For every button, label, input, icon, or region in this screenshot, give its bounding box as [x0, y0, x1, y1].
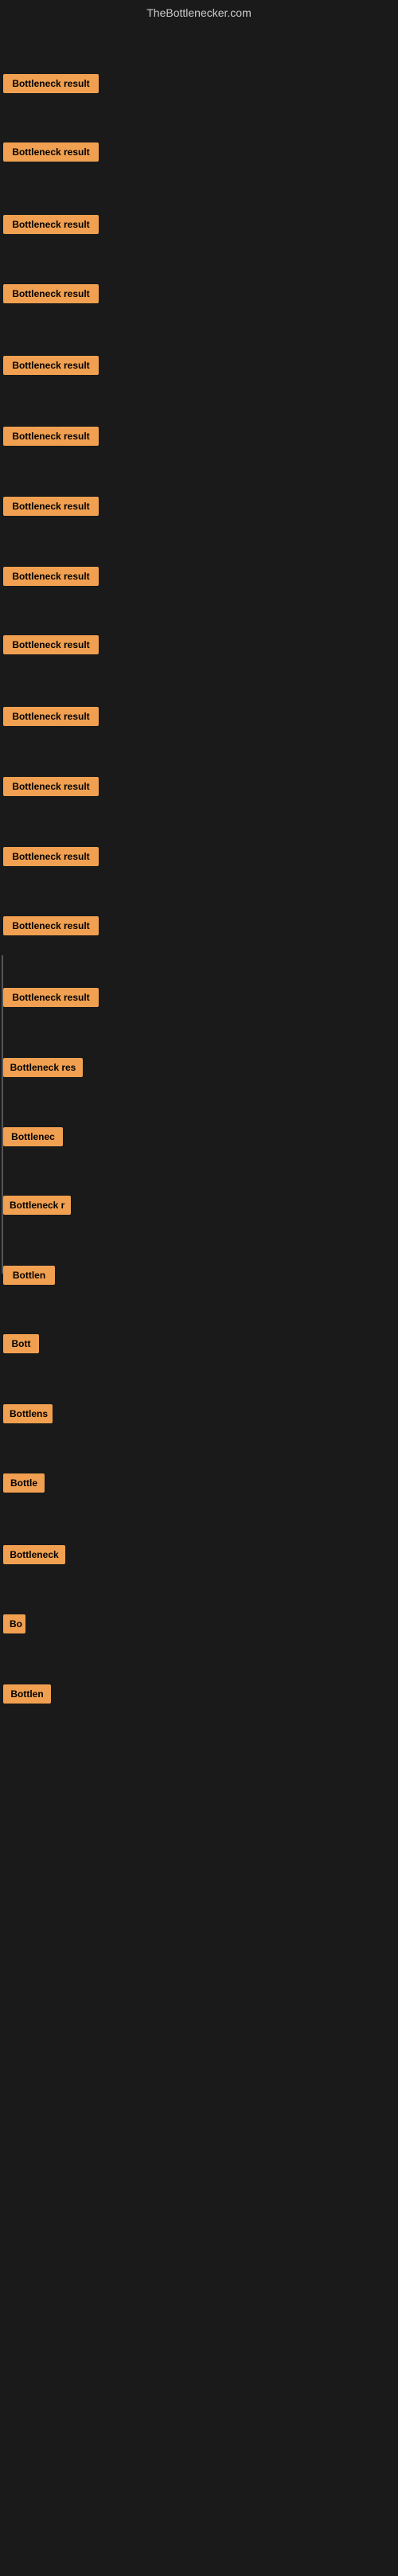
bottleneck-result-button-17[interactable]: Bottleneck r — [3, 1196, 71, 1215]
bottleneck-result-button-14[interactable]: Bottleneck result — [3, 988, 99, 1007]
bottleneck-result-button-2[interactable]: Bottleneck result — [3, 142, 99, 162]
bottleneck-result-button-10[interactable]: Bottleneck result — [3, 707, 99, 726]
bottleneck-result-button-8[interactable]: Bottleneck result — [3, 567, 99, 586]
bottleneck-result-button-6[interactable]: Bottleneck result — [3, 427, 99, 446]
bottleneck-result-button-18[interactable]: Bottlen — [3, 1266, 55, 1285]
bottleneck-result-button-5[interactable]: Bottleneck result — [3, 356, 99, 375]
bottleneck-result-button-24[interactable]: Bottlen — [3, 1684, 51, 1704]
bottleneck-result-button-15[interactable]: Bottleneck res — [3, 1058, 83, 1077]
bottleneck-result-button-1[interactable]: Bottleneck result — [3, 74, 99, 93]
bottleneck-result-button-20[interactable]: Bottlens — [3, 1404, 53, 1423]
bottleneck-result-button-16[interactable]: Bottlenec — [3, 1127, 63, 1146]
bottleneck-result-button-12[interactable]: Bottleneck result — [3, 847, 99, 866]
bottleneck-result-button-9[interactable]: Bottleneck result — [3, 635, 99, 654]
bottleneck-result-button-23[interactable]: Bo — [3, 1614, 25, 1633]
vertical-line — [2, 955, 3, 1274]
bottleneck-result-button-3[interactable]: Bottleneck result — [3, 215, 99, 234]
bottleneck-result-button-22[interactable]: Bottleneck — [3, 1545, 65, 1564]
bottleneck-result-button-21[interactable]: Bottle — [3, 1473, 45, 1493]
bottleneck-result-button-11[interactable]: Bottleneck result — [3, 777, 99, 796]
bottleneck-result-button-7[interactable]: Bottleneck result — [3, 497, 99, 516]
bottleneck-result-button-4[interactable]: Bottleneck result — [3, 284, 99, 303]
bottleneck-result-button-19[interactable]: Bott — [3, 1334, 39, 1353]
bottleneck-result-button-13[interactable]: Bottleneck result — [3, 916, 99, 935]
site-title: TheBottlenecker.com — [0, 0, 398, 29]
